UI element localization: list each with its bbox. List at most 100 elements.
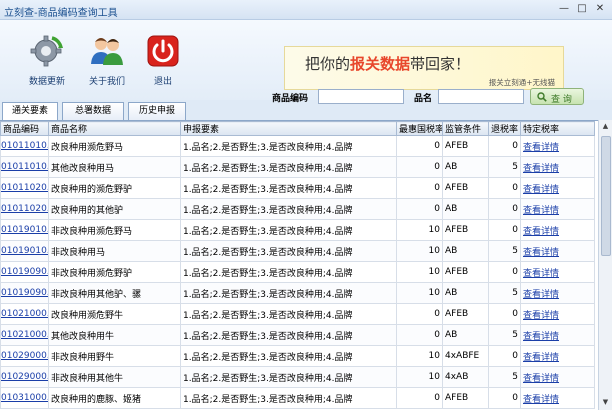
cell-code[interactable]: 01029000.10 [0,345,49,367]
table-header-row: 商品编码 商品名称 申报要素 最惠国税率 监管条件 退税率 特定税率 [0,121,595,136]
cell-elements: 1.品名;2.是否野生;3.是否改良种用;4.品牌 [180,156,397,178]
cell-regulation: AFEB [442,387,489,409]
cell-elements: 1.品名;2.是否野生;3.是否改良种用;4.品牌 [180,219,397,241]
table-row[interactable]: 01021000.90其他改良种用牛1.品名;2.是否野生;3.是否改良种用;4… [0,324,595,346]
code-input[interactable] [318,89,404,104]
power-icon [147,35,179,67]
view-details-link[interactable]: 查看详情 [520,282,595,304]
cell-name: 非改良种用其他牛 [48,366,181,388]
update-data-button[interactable]: 数据更新 [22,34,72,87]
about-us-button[interactable]: 关于我们 [82,34,132,87]
view-details-link[interactable]: 查看详情 [520,198,595,220]
banner-headline: 把你的报关数据带回家！ [305,53,470,74]
title-bar: 立刻查-商品编码查询工具 — □ ✕ [0,0,612,20]
update-data-label: 数据更新 [28,77,65,87]
view-details-link[interactable]: 查看详情 [520,366,595,388]
cell-regulation: 4xAB [442,366,489,388]
view-details-link[interactable]: 查看详情 [520,156,595,178]
column-header[interactable]: 商品编码 [0,121,49,136]
cell-rebate-rate: 5 [488,282,521,304]
cell-elements: 1.品名;2.是否野生;3.是否改良种用;4.品牌 [180,366,397,388]
cell-elements: 1.品名;2.是否野生;3.是否改良种用;4.品牌 [180,345,397,367]
restore-button[interactable]: □ [574,2,590,16]
cell-code[interactable]: 01019010.90 [0,240,49,262]
cell-code[interactable]: 01029000.90 [0,366,49,388]
cell-code[interactable]: 01031000.10 [0,387,49,409]
close-button[interactable]: ✕ [592,2,608,16]
table-row[interactable]: 01029000.10非改良种用野牛1.品名;2.是否野生;3.是否改良种用;4… [0,345,595,367]
cell-mfn-rate: 0 [396,324,443,346]
cell-name: 非改良种用濒危野马 [48,219,181,241]
banner-text-highlight: 报关数据 [350,55,411,73]
view-details-link[interactable]: 查看详情 [520,219,595,241]
table-row[interactable]: 01019010.90非改良种用马1.品名;2.是否野生;3.是否改良种用;4.… [0,240,595,262]
cell-rebate-rate: 0 [488,387,521,409]
table-row[interactable]: 01031000.10改良种用的鹿豚、姬猪1.品名;2.是否野生;3.是否改良种… [0,387,595,409]
cell-code[interactable]: 01011020.90 [0,198,49,220]
scroll-up-icon[interactable]: ▲ [599,120,612,133]
cell-rebate-rate: 0 [488,345,521,367]
cell-name: 改良种用的其他驴 [48,198,181,220]
cell-mfn-rate: 0 [396,135,443,157]
table-row[interactable]: 01011020.90改良种用的其他驴1.品名;2.是否野生;3.是否改良种用;… [0,198,595,220]
window-title: 立刻查-商品编码查询工具 [4,8,118,19]
cell-code[interactable]: 01019010.10 [0,219,49,241]
tab-clearance-elements[interactable]: 通关要素 [2,102,58,120]
view-details-link[interactable]: 查看详情 [520,324,595,346]
view-details-link[interactable]: 查看详情 [520,135,595,157]
view-details-link[interactable]: 查看详情 [520,345,595,367]
table-row[interactable]: 01029000.90非改良种用其他牛1.品名;2.是否野生;3.是否改良种用;… [0,366,595,388]
table-row[interactable]: 01019010.10非改良种用濒危野马1.品名;2.是否野生;3.是否改良种用… [0,219,595,241]
exit-button[interactable]: 退出 [138,34,188,87]
cell-rebate-rate: 0 [488,303,521,325]
cell-rebate-rate: 0 [488,198,521,220]
cell-rebate-rate: 5 [488,240,521,262]
column-header[interactable]: 申报要素 [180,121,397,136]
view-details-link[interactable]: 查看详情 [520,303,595,325]
results-grid: 商品编码 商品名称 申报要素 最惠国税率 监管条件 退税率 特定税率 01011… [0,120,598,410]
cell-rebate-rate: 0 [488,177,521,199]
cell-code[interactable]: 01011020.10 [0,177,49,199]
cell-code[interactable]: 01021000.10 [0,303,49,325]
tab-customs-data[interactable]: 总署数据 [62,102,124,120]
cell-name: 其他改良种用马 [48,156,181,178]
column-header[interactable]: 监管条件 [442,121,489,136]
cell-regulation: 4xABFE [442,345,489,367]
minimize-button[interactable]: — [556,2,572,16]
table-row[interactable]: 01011010.90其他改良种用马1.品名;2.是否野生;3.是否改良种用;4… [0,156,595,178]
vertical-scrollbar[interactable]: ▲ ▼ [598,120,612,410]
view-details-link[interactable]: 查看详情 [520,177,595,199]
cell-elements: 1.品名;2.是否野生;3.是否改良种用;4.品牌 [180,387,397,409]
cell-code[interactable]: 01011010.90 [0,156,49,178]
table-row[interactable]: 01011020.10改良种用的濒危野驴1.品名;2.是否野生;3.是否改良种用… [0,177,595,199]
column-header[interactable]: 最惠国税率 [396,121,443,136]
cell-code[interactable]: 01019090.10 [0,261,49,283]
column-header[interactable]: 商品名称 [48,121,181,136]
search-icon [537,92,547,102]
cell-code[interactable]: 01021000.90 [0,324,49,346]
scroll-thumb[interactable] [601,136,611,256]
table-row[interactable]: 01019090.10非改良种用濒危野驴1.品名;2.是否野生;3.是否改良种用… [0,261,595,283]
search-button[interactable]: 查 询 [530,88,584,105]
view-details-link[interactable]: 查看详情 [520,261,595,283]
view-details-link[interactable]: 查看详情 [520,240,595,262]
cell-elements: 1.品名;2.是否野生;3.是否改良种用;4.品牌 [180,261,397,283]
users-icon [91,38,123,65]
cell-mfn-rate: 10 [396,261,443,283]
table-row[interactable]: 01021000.10改良种用濒危野牛1.品名;2.是否野生;3.是否改良种用;… [0,303,595,325]
cell-code[interactable]: 01011010.10 [0,135,49,157]
cell-mfn-rate: 10 [396,345,443,367]
column-header[interactable]: 退税率 [488,121,521,136]
cell-elements: 1.品名;2.是否野生;3.是否改良种用;4.品牌 [180,135,397,157]
column-header[interactable]: 特定税率 [520,121,595,136]
tab-history[interactable]: 历史申报 [128,102,186,120]
view-details-link[interactable]: 查看详情 [520,387,595,409]
cell-regulation: AFEB [442,261,489,283]
cell-mfn-rate: 10 [396,366,443,388]
table-row[interactable]: 01019090.90非改良种用其他驴、骡1.品名;2.是否野生;3.是否改良种… [0,282,595,304]
scroll-down-icon[interactable]: ▼ [599,396,612,409]
table-row[interactable]: 01011010.10改良种用濒危野马1.品名;2.是否野生;3.是否改良种用;… [0,135,595,157]
cell-code[interactable]: 01019090.90 [0,282,49,304]
promo-banner[interactable]: 把你的报关数据带回家！ 报关立刻通+无线猫 [284,46,564,90]
name-input[interactable] [438,89,524,104]
